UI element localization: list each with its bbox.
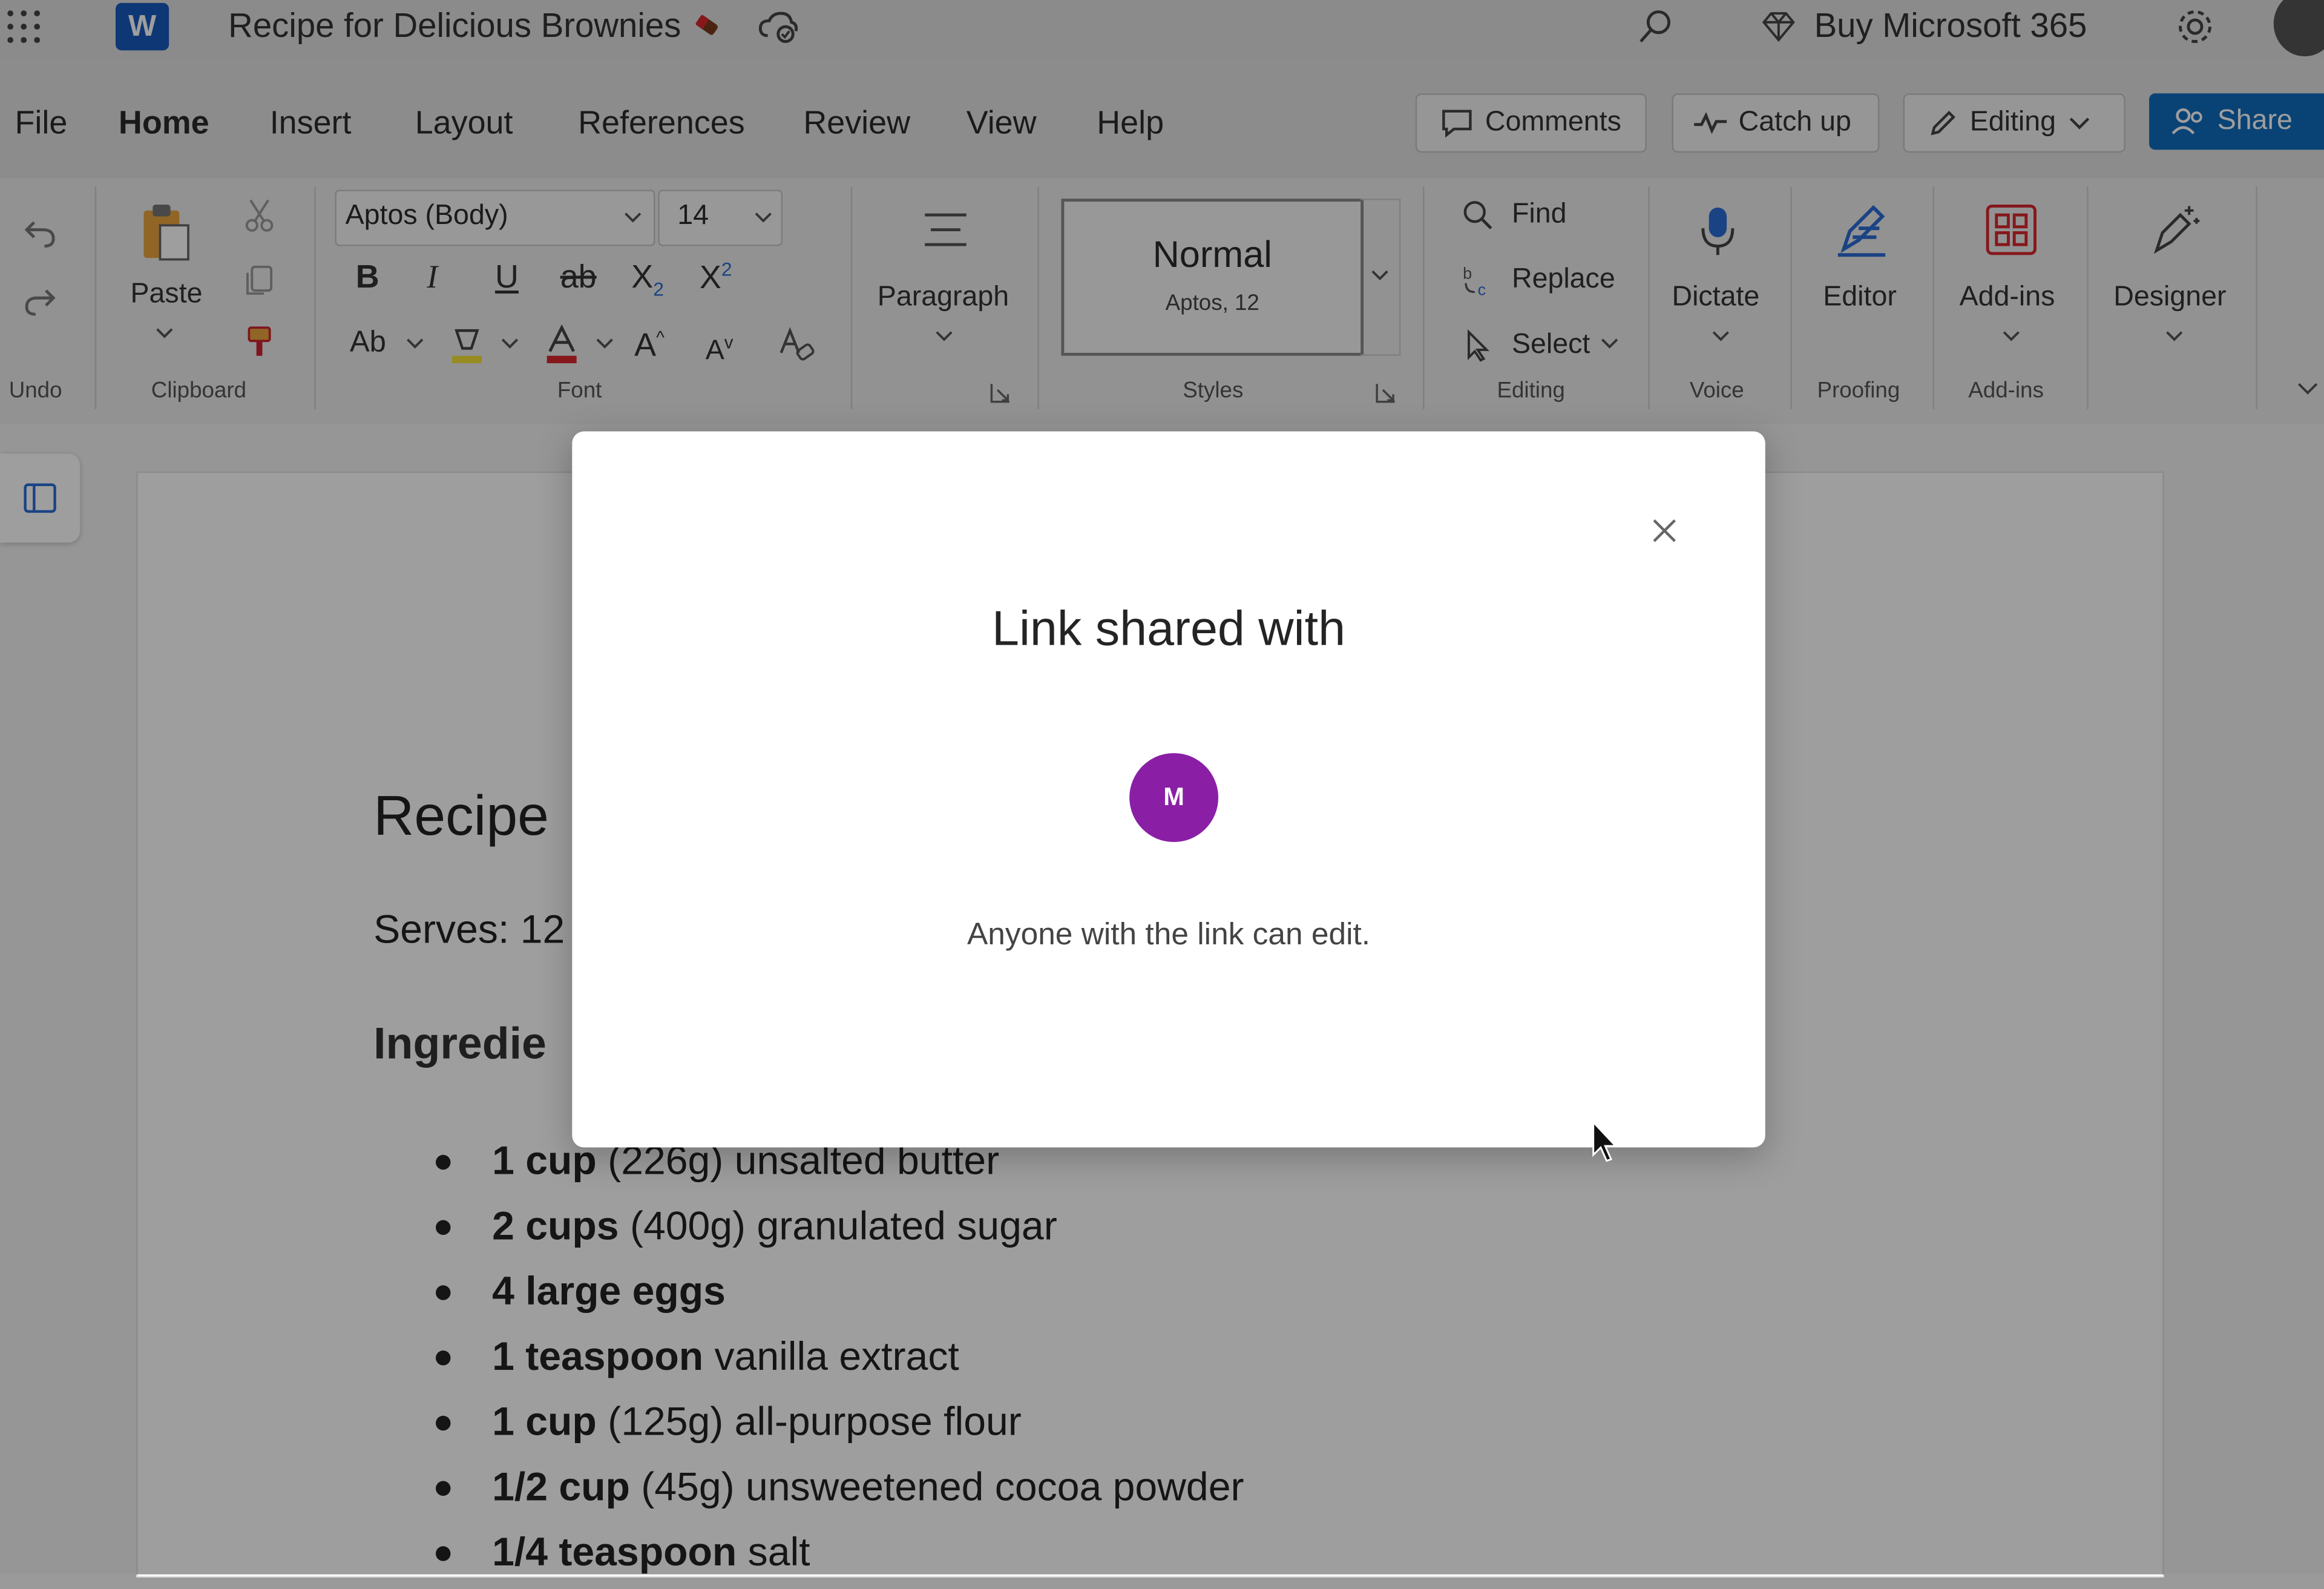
dialog-title: Link shared with [992,600,1346,656]
link-shared-dialog: Link shared with M Anyone with the link … [572,431,1765,1148]
avatar-initial: M [1163,783,1184,811]
permission-message: Anyone with the link can edit. [967,917,1371,952]
word-window: W Recipe for Delicious Brownies Buy Micr… [0,0,2324,1577]
mouse-pointer-icon [1589,1118,1621,1165]
shared-user-avatar: M [1129,753,1219,843]
close-icon[interactable] [1642,508,1686,553]
